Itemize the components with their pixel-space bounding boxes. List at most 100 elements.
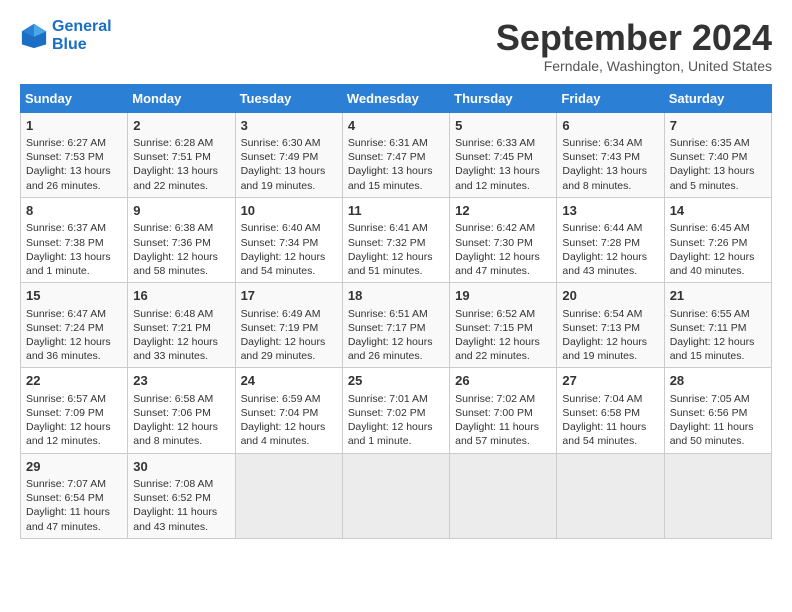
day-info-line: Daylight: 13 hours bbox=[26, 250, 122, 264]
day-info-line: Sunrise: 6:44 AM bbox=[562, 221, 658, 235]
day-info-line: Sunrise: 6:37 AM bbox=[26, 221, 122, 235]
day-info-line: and 15 minutes. bbox=[348, 179, 444, 193]
day-info-line: Daylight: 13 hours bbox=[455, 164, 551, 178]
calendar-cell: 1Sunrise: 6:27 AMSunset: 7:53 PMDaylight… bbox=[21, 112, 128, 197]
day-number: 25 bbox=[348, 372, 444, 390]
calendar-cell: 15Sunrise: 6:47 AMSunset: 7:24 PMDayligh… bbox=[21, 283, 128, 368]
calendar-cell bbox=[557, 453, 664, 538]
col-friday: Friday bbox=[557, 84, 664, 112]
day-info-line: Sunrise: 6:28 AM bbox=[133, 136, 229, 150]
calendar-week-4: 22Sunrise: 6:57 AMSunset: 7:09 PMDayligh… bbox=[21, 368, 772, 453]
day-info-line: and 12 minutes. bbox=[455, 179, 551, 193]
day-number: 20 bbox=[562, 287, 658, 305]
day-number: 21 bbox=[670, 287, 766, 305]
day-info-line: Daylight: 11 hours bbox=[26, 505, 122, 519]
day-info-line: Sunset: 7:02 PM bbox=[348, 406, 444, 420]
day-info-line: Sunrise: 7:08 AM bbox=[133, 477, 229, 491]
day-info-line: Sunrise: 7:07 AM bbox=[26, 477, 122, 491]
day-info-line: Daylight: 13 hours bbox=[241, 164, 337, 178]
day-info-line: Daylight: 12 hours bbox=[241, 420, 337, 434]
day-info-line: Sunset: 7:21 PM bbox=[133, 321, 229, 335]
day-info-line: Daylight: 13 hours bbox=[562, 164, 658, 178]
day-info-line: Daylight: 12 hours bbox=[348, 250, 444, 264]
calendar-cell: 18Sunrise: 6:51 AMSunset: 7:17 PMDayligh… bbox=[342, 283, 449, 368]
day-info-line: Sunrise: 6:57 AM bbox=[26, 392, 122, 406]
day-info-line: Sunset: 7:04 PM bbox=[241, 406, 337, 420]
day-info-line: Sunset: 7:45 PM bbox=[455, 150, 551, 164]
day-number: 28 bbox=[670, 372, 766, 390]
month-title: September 2024 bbox=[496, 18, 772, 58]
day-info-line: Sunrise: 7:01 AM bbox=[348, 392, 444, 406]
day-number: 18 bbox=[348, 287, 444, 305]
day-info-line: Sunset: 7:51 PM bbox=[133, 150, 229, 164]
day-info-line: and 26 minutes. bbox=[26, 179, 122, 193]
day-number: 30 bbox=[133, 458, 229, 476]
day-info-line: Daylight: 12 hours bbox=[133, 420, 229, 434]
day-info-line: Sunset: 7:49 PM bbox=[241, 150, 337, 164]
day-info-line: Sunrise: 6:49 AM bbox=[241, 307, 337, 321]
day-number: 19 bbox=[455, 287, 551, 305]
calendar-cell: 5Sunrise: 6:33 AMSunset: 7:45 PMDaylight… bbox=[450, 112, 557, 197]
header-row: Sunday Monday Tuesday Wednesday Thursday… bbox=[21, 84, 772, 112]
day-number: 9 bbox=[133, 202, 229, 220]
day-info-line: Sunset: 7:17 PM bbox=[348, 321, 444, 335]
day-info-line: Daylight: 12 hours bbox=[26, 420, 122, 434]
calendar-cell: 20Sunrise: 6:54 AMSunset: 7:13 PMDayligh… bbox=[557, 283, 664, 368]
col-monday: Monday bbox=[128, 84, 235, 112]
day-info-line: Sunrise: 6:40 AM bbox=[241, 221, 337, 235]
header: General Blue September 2024 Ferndale, Wa… bbox=[20, 18, 772, 74]
calendar-cell: 12Sunrise: 6:42 AMSunset: 7:30 PMDayligh… bbox=[450, 197, 557, 282]
day-number: 24 bbox=[241, 372, 337, 390]
col-thursday: Thursday bbox=[450, 84, 557, 112]
calendar-cell: 29Sunrise: 7:07 AMSunset: 6:54 PMDayligh… bbox=[21, 453, 128, 538]
day-info-line: and 4 minutes. bbox=[241, 434, 337, 448]
day-number: 11 bbox=[348, 202, 444, 220]
day-info-line: Sunset: 6:52 PM bbox=[133, 491, 229, 505]
day-info-line: Sunrise: 6:51 AM bbox=[348, 307, 444, 321]
day-info-line: and 57 minutes. bbox=[455, 434, 551, 448]
calendar-cell bbox=[235, 453, 342, 538]
day-info-line: Daylight: 12 hours bbox=[670, 335, 766, 349]
calendar-cell: 25Sunrise: 7:01 AMSunset: 7:02 PMDayligh… bbox=[342, 368, 449, 453]
logo-icon bbox=[20, 22, 48, 50]
day-info-line: and 58 minutes. bbox=[133, 264, 229, 278]
day-info-line: Sunset: 7:43 PM bbox=[562, 150, 658, 164]
calendar-cell: 19Sunrise: 6:52 AMSunset: 7:15 PMDayligh… bbox=[450, 283, 557, 368]
day-info-line: and 36 minutes. bbox=[26, 349, 122, 363]
calendar-cell bbox=[664, 453, 771, 538]
calendar-cell bbox=[450, 453, 557, 538]
calendar-cell: 16Sunrise: 6:48 AMSunset: 7:21 PMDayligh… bbox=[128, 283, 235, 368]
calendar-cell: 2Sunrise: 6:28 AMSunset: 7:51 PMDaylight… bbox=[128, 112, 235, 197]
day-number: 27 bbox=[562, 372, 658, 390]
day-info-line: Daylight: 12 hours bbox=[241, 250, 337, 264]
day-info-line: Sunset: 7:00 PM bbox=[455, 406, 551, 420]
day-info-line: and 43 minutes. bbox=[562, 264, 658, 278]
day-info-line: and 40 minutes. bbox=[670, 264, 766, 278]
day-info-line: and 22 minutes. bbox=[133, 179, 229, 193]
day-info-line: and 5 minutes. bbox=[670, 179, 766, 193]
day-number: 22 bbox=[26, 372, 122, 390]
day-info-line: Daylight: 11 hours bbox=[133, 505, 229, 519]
day-info-line: and 51 minutes. bbox=[348, 264, 444, 278]
day-number: 12 bbox=[455, 202, 551, 220]
day-info-line: and 8 minutes. bbox=[133, 434, 229, 448]
col-sunday: Sunday bbox=[21, 84, 128, 112]
day-info-line: and 1 minute. bbox=[348, 434, 444, 448]
day-info-line: and 1 minute. bbox=[26, 264, 122, 278]
calendar-cell bbox=[342, 453, 449, 538]
calendar-cell: 24Sunrise: 6:59 AMSunset: 7:04 PMDayligh… bbox=[235, 368, 342, 453]
day-number: 8 bbox=[26, 202, 122, 220]
day-number: 5 bbox=[455, 117, 551, 135]
calendar-week-1: 1Sunrise: 6:27 AMSunset: 7:53 PMDaylight… bbox=[21, 112, 772, 197]
day-number: 29 bbox=[26, 458, 122, 476]
day-number: 6 bbox=[562, 117, 658, 135]
calendar-cell: 6Sunrise: 6:34 AMSunset: 7:43 PMDaylight… bbox=[557, 112, 664, 197]
day-number: 1 bbox=[26, 117, 122, 135]
day-info-line: Sunset: 7:19 PM bbox=[241, 321, 337, 335]
day-info-line: Sunrise: 6:54 AM bbox=[562, 307, 658, 321]
day-info-line: Sunrise: 6:35 AM bbox=[670, 136, 766, 150]
day-info-line: Sunrise: 6:47 AM bbox=[26, 307, 122, 321]
day-info-line: Daylight: 13 hours bbox=[133, 164, 229, 178]
day-info-line: and 47 minutes. bbox=[455, 264, 551, 278]
day-number: 7 bbox=[670, 117, 766, 135]
